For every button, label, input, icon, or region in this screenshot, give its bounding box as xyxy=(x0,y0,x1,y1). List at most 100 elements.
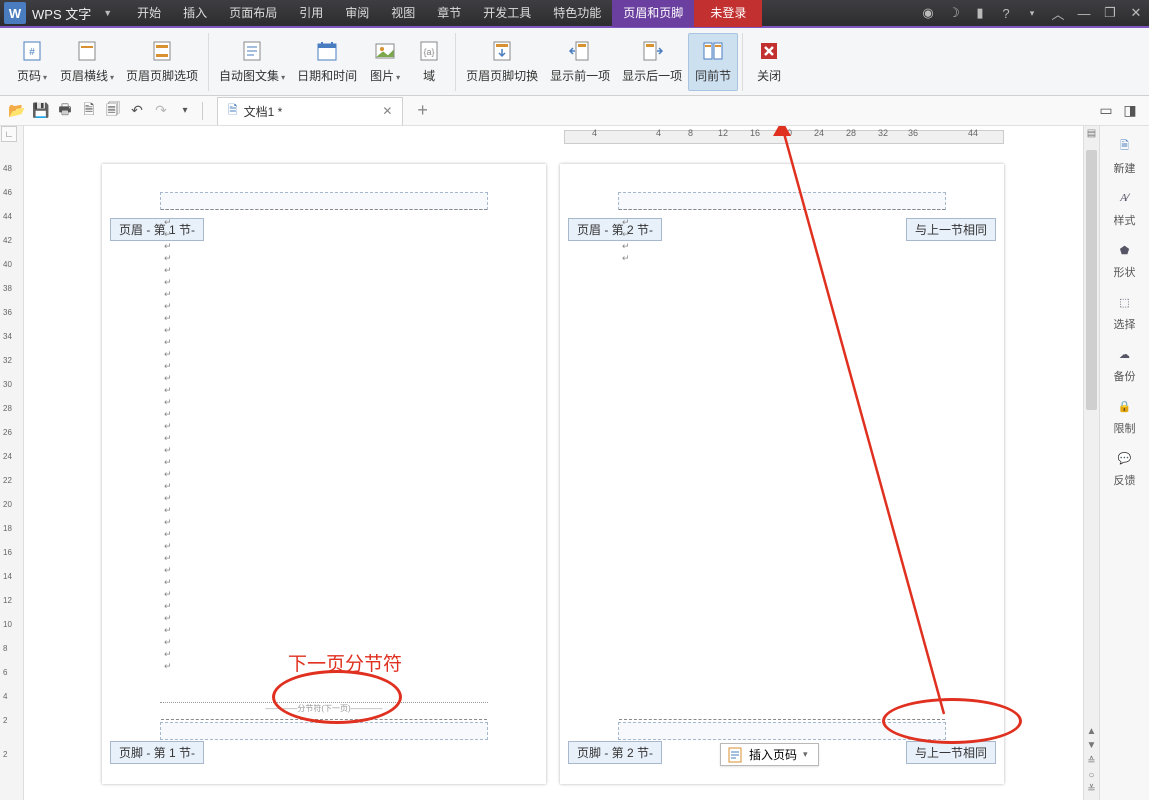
menu-section[interactable]: 章节 xyxy=(426,0,472,27)
save-icon[interactable]: 💾 xyxy=(30,100,52,122)
footer-tab-1: 页脚 - 第 1 节- xyxy=(110,741,204,764)
next-page-icon[interactable]: ≚ xyxy=(1084,784,1099,798)
menu-special[interactable]: 特色功能 xyxy=(542,0,612,27)
insert-page-number-button[interactable]: 插入页码 ▾ xyxy=(720,743,819,766)
help-dropdown-icon[interactable]: ▾ xyxy=(1019,8,1045,19)
help-icon[interactable]: ? xyxy=(993,6,1019,21)
new-doc-icon: 🗎 xyxy=(1115,136,1135,156)
paragraph-marks-2: ↵↵↵↵ xyxy=(622,216,630,264)
autotext-button[interactable]: 自动图文集▾ xyxy=(213,33,291,91)
field-icon: {a} xyxy=(417,39,441,63)
app-logo-icon: W xyxy=(4,2,26,24)
open-icon[interactable]: 📂 xyxy=(6,100,28,122)
page-number-button[interactable]: # 页码▾ xyxy=(10,33,54,91)
paragraph-marks: ↵↵↵↵↵↵↵↵↵↵↵↵↵↵↵↵↵↵↵↵↵↵↵↵↵↵↵↵↵↵↵↵↵↵↵↵↵↵ xyxy=(164,216,172,672)
close-icon[interactable]: ✕ xyxy=(1123,5,1149,21)
scrollbar-thumb[interactable] xyxy=(1086,150,1097,410)
header-region-1[interactable] xyxy=(160,192,488,210)
menu-insert[interactable]: 插入 xyxy=(172,0,218,27)
side-new[interactable]: 🗎新建 xyxy=(1103,132,1147,180)
shape-icon: ⬟ xyxy=(1115,240,1135,260)
options-icon xyxy=(150,39,174,63)
menu-reference[interactable]: 引用 xyxy=(288,0,334,27)
prev-page-icon[interactable]: ≙ xyxy=(1084,756,1099,770)
restore-icon[interactable]: ❐ xyxy=(1097,5,1123,21)
app-menu-dropdown[interactable]: ▼ xyxy=(97,8,118,18)
document-tab-icon: 🗎 xyxy=(228,101,238,122)
picture-icon xyxy=(373,39,397,63)
header-footer-options-button[interactable]: 页眉页脚选项 xyxy=(120,33,204,91)
insert-page-number-icon xyxy=(727,747,743,763)
footer-same-tab-2: 与上一节相同 xyxy=(906,741,996,764)
document-tab[interactable]: 🗎 文档1 * ✕ xyxy=(217,97,403,125)
export-icon[interactable]: 🗐 xyxy=(102,100,124,122)
menu-header-footer[interactable]: 页眉和页脚 xyxy=(612,0,694,27)
field-button[interactable]: {a} 域 xyxy=(407,33,451,91)
redo-icon[interactable]: ↷ xyxy=(150,100,172,122)
svg-text:{a}: {a} xyxy=(424,47,435,57)
print-icon[interactable]: 🖶 xyxy=(54,100,76,122)
header-line-button[interactable]: 页眉横线▾ xyxy=(54,33,120,91)
ribbon: # 页码▾ 页眉横线▾ 页眉页脚选项 自动图文集▾ 日期和时间 图片▾ {a} … xyxy=(0,28,1149,96)
link-section-icon xyxy=(701,39,725,63)
vertical-scrollbar[interactable]: ▤ ▲ ▼ ≙ ○ ≚ xyxy=(1083,126,1099,800)
main-area: ∟ 48 46 44 42 40 38 36 34 32 30 28 26 24… xyxy=(0,126,1149,800)
workspace[interactable]: 4 4 8 12 16 20 24 28 32 36 44 页眉 - 第 1 节… xyxy=(24,126,1083,800)
vertical-ruler: ∟ 48 46 44 42 40 38 36 34 32 30 28 26 24… xyxy=(0,126,24,800)
clothes-icon[interactable]: ▮ xyxy=(967,5,993,21)
select-icon: ⬚ xyxy=(1115,292,1135,312)
menu-dev[interactable]: 开发工具 xyxy=(472,0,542,27)
side-feedback[interactable]: 💬反馈 xyxy=(1103,444,1147,492)
moon-icon[interactable]: ☽ xyxy=(941,5,967,21)
switch-icon xyxy=(490,39,514,63)
page-1[interactable]: 页眉 - 第 1 节- ↵↵↵↵↵↵↵↵↵↵↵↵↵↵↵↵↵↵↵↵↵↵↵↵↵↵↵↵… xyxy=(102,164,546,784)
switch-header-footer-button[interactable]: 页眉页脚切换 xyxy=(460,33,544,91)
print-preview-icon[interactable]: 🗎 xyxy=(78,100,100,122)
sync-icon[interactable]: ◉ xyxy=(915,5,941,21)
tab-selector[interactable]: ∟ xyxy=(1,126,17,142)
side-pane-toggle-icon[interactable]: ◨ xyxy=(1119,100,1141,122)
scroll-down-icon[interactable]: ▼ xyxy=(1084,740,1099,754)
backup-icon: ☁ xyxy=(1115,344,1135,364)
new-tab-button[interactable]: + xyxy=(417,100,428,121)
menu-start[interactable]: 开始 xyxy=(126,0,172,27)
collapse-ribbon-icon[interactable]: ︿ xyxy=(1045,4,1071,23)
page-2[interactable]: 页眉 - 第 2 节- 与上一节相同 ↵↵↵↵ 页脚 - 第 2 节- 与上一节… xyxy=(560,164,1004,784)
header-tab-2: 页眉 - 第 2 节- xyxy=(568,218,662,241)
side-shape[interactable]: ⬟形状 xyxy=(1103,236,1147,284)
menu-layout[interactable]: 页面布局 xyxy=(218,0,288,27)
close-header-footer-button[interactable]: 关闭 xyxy=(747,33,791,91)
datetime-button[interactable]: 日期和时间 xyxy=(291,33,363,91)
next-icon xyxy=(640,39,664,63)
same-as-previous-button[interactable]: 同前节 xyxy=(688,33,738,91)
close-x-icon xyxy=(757,39,781,63)
menu-review[interactable]: 审阅 xyxy=(334,0,380,27)
menu-view[interactable]: 视图 xyxy=(380,0,426,27)
document-tab-label: 文档1 * xyxy=(244,103,283,120)
screen-mode-icon[interactable]: ▭ xyxy=(1095,100,1117,122)
prev-icon xyxy=(568,39,592,63)
app-name: WPS 文字 xyxy=(32,4,91,23)
show-next-button[interactable]: 显示后一项 xyxy=(616,33,688,91)
side-style[interactable]: A⁄样式 xyxy=(1103,184,1147,232)
main-menu: 开始 插入 页面布局 引用 审阅 视图 章节 开发工具 特色功能 页眉和页脚 未… xyxy=(126,0,762,27)
picture-button[interactable]: 图片▾ xyxy=(363,33,407,91)
autotext-icon xyxy=(240,39,264,63)
footer-region-1[interactable] xyxy=(160,722,488,740)
side-select[interactable]: ⬚选择 xyxy=(1103,288,1147,336)
show-prev-button[interactable]: 显示前一项 xyxy=(544,33,616,91)
browse-object-icon[interactable]: ○ xyxy=(1084,770,1099,784)
undo-icon[interactable]: ↶ xyxy=(126,100,148,122)
minimize-icon[interactable]: — xyxy=(1071,6,1097,21)
footer-region-2[interactable] xyxy=(618,722,946,740)
scroll-config-icon[interactable]: ▤ xyxy=(1084,128,1099,142)
chat-icon: 💬 xyxy=(1115,448,1135,468)
side-restrict[interactable]: 🔒限制 xyxy=(1103,392,1147,440)
scroll-up-icon[interactable]: ▲ xyxy=(1084,726,1099,740)
header-region-2[interactable] xyxy=(618,192,946,210)
lock-icon: 🔒 xyxy=(1115,396,1135,416)
quickbar-dropdown-icon[interactable]: ▾ xyxy=(174,100,196,122)
document-tab-close-icon[interactable]: ✕ xyxy=(382,104,392,118)
side-backup[interactable]: ☁备份 xyxy=(1103,340,1147,388)
menu-login[interactable]: 未登录 xyxy=(694,0,762,27)
